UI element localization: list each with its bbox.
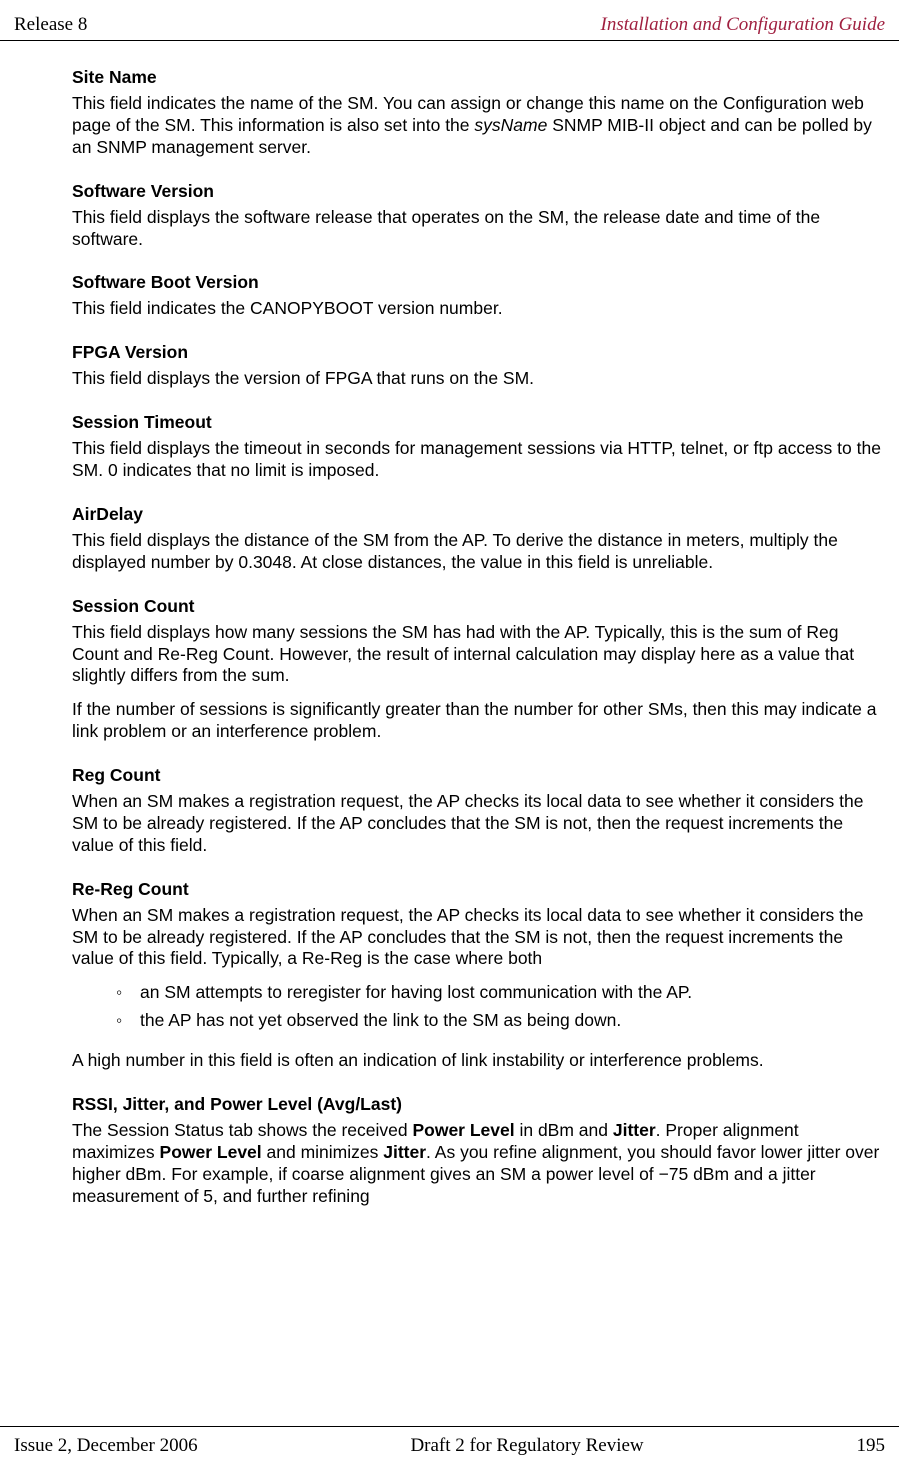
page-footer: Issue 2, December 2006 Draft 2 for Regul… [0,1426,899,1481]
header-guide-title: Installation and Configuration Guide [601,14,885,36]
header-release: Release 8 [14,14,87,36]
page-header: Release 8 Installation and Configuration… [0,0,899,41]
para-session-count-2: If the number of sessions is significant… [72,699,885,743]
para-fpga: This field displays the version of FPGA … [72,368,885,390]
text: and minimizes [262,1142,384,1162]
list-item: an SM attempts to reregister for having … [116,982,885,1004]
para-re-reg-count: When an SM makes a registration request,… [72,905,885,971]
footer-issue: Issue 2, December 2006 [14,1435,198,1457]
text-italic: sysName [474,115,547,135]
list-item: the AP has not yet observed the link to … [116,1010,885,1032]
heading-rssi: RSSI, Jitter, and Power Level (Avg/Last) [72,1094,885,1115]
para-rssi: The Session Status tab shows the receive… [72,1120,885,1208]
footer-page-number: 195 [857,1435,886,1457]
footer-draft: Draft 2 for Regulatory Review [198,1435,857,1457]
heading-session-count: Session Count [72,596,885,617]
heading-fpga: FPGA Version [72,342,885,363]
text-bold: Power Level [412,1120,514,1140]
text-bold: Jitter [383,1142,426,1162]
text: in dBm and [515,1120,613,1140]
para-session-timeout: This field displays the timeout in secon… [72,438,885,482]
heading-re-reg-count: Re-Reg Count [72,879,885,900]
heading-software-version: Software Version [72,181,885,202]
heading-site-name: Site Name [72,67,885,88]
heading-session-timeout: Session Timeout [72,412,885,433]
page-content: Site Name This field indicates the name … [0,41,899,1207]
para-airdelay: This field displays the distance of the … [72,530,885,574]
para-software-version: This field displays the software release… [72,207,885,251]
para-re-reg-count-2: A high number in this field is often an … [72,1050,885,1072]
para-session-count-1: This field displays how many sessions th… [72,622,885,688]
para-reg-count: When an SM makes a registration request,… [72,791,885,857]
text: The Session Status tab shows the receive… [72,1120,412,1140]
para-site-name: This field indicates the name of the SM.… [72,93,885,159]
re-reg-bullets: an SM attempts to reregister for having … [116,982,885,1032]
para-software-boot: This field indicates the CANOPYBOOT vers… [72,298,885,320]
heading-reg-count: Reg Count [72,765,885,786]
text-bold: Power Level [160,1142,262,1162]
heading-airdelay: AirDelay [72,504,885,525]
text-bold: Jitter [613,1120,656,1140]
heading-software-boot: Software Boot Version [72,272,885,293]
